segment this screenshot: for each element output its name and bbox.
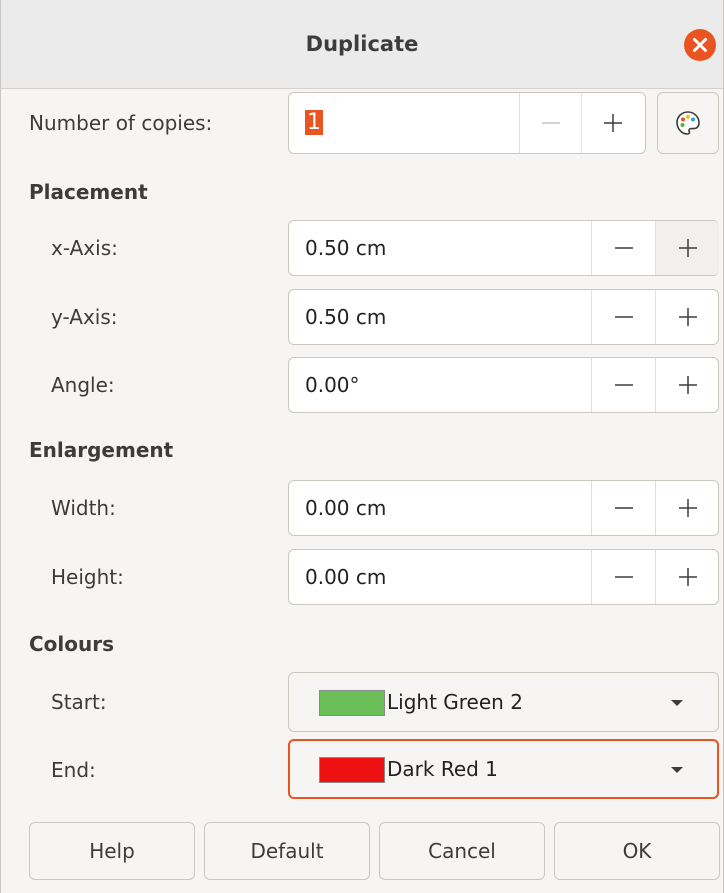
width-input[interactable]: 0.00 cm (305, 481, 386, 535)
y-axis-increment-button[interactable] (655, 290, 719, 344)
chevron-down-icon (671, 700, 683, 706)
y-axis-decrement-button[interactable] (591, 290, 655, 344)
default-button[interactable]: Default (204, 822, 370, 880)
end-colour-swatch (319, 757, 385, 783)
angle-decrement-button[interactable] (591, 358, 655, 412)
height-label: Height: (51, 565, 124, 589)
close-button[interactable] (684, 29, 716, 61)
close-icon (693, 38, 707, 52)
angle-spinbox[interactable]: 0.00° (288, 357, 719, 413)
angle-increment-button[interactable] (655, 358, 719, 412)
copies-decrement-button[interactable] (519, 93, 581, 153)
duplicate-dialog: Duplicate Number of copies: 1 Placement … (0, 0, 724, 893)
copies-spinbox[interactable]: 1 (288, 92, 646, 154)
copies-input[interactable]: 1 (305, 103, 323, 143)
y-axis-spinbox[interactable]: 0.50 cm (288, 289, 719, 345)
plus-icon (604, 114, 622, 132)
height-increment-button[interactable] (655, 550, 719, 604)
minus-icon (615, 316, 633, 318)
minus-icon (615, 384, 633, 386)
height-decrement-button[interactable] (591, 550, 655, 604)
start-colour-swatch (319, 690, 385, 716)
start-colour-label: Start: (51, 690, 107, 714)
plus-icon (679, 499, 697, 517)
y-axis-input[interactable]: 0.50 cm (305, 290, 386, 344)
ok-button[interactable]: OK (554, 822, 720, 880)
height-input[interactable]: 0.00 cm (305, 550, 386, 604)
x-axis-decrement-button[interactable] (591, 221, 655, 275)
x-axis-spinbox[interactable]: 0.50 cm (288, 220, 719, 276)
width-label: Width: (51, 496, 116, 520)
cancel-button[interactable]: Cancel (379, 822, 545, 880)
end-colour-value: Dark Red 1 (387, 757, 498, 781)
start-colour-value: Light Green 2 (387, 690, 523, 714)
minus-icon (615, 247, 633, 249)
placement-heading: Placement (29, 180, 148, 204)
copies-label: Number of copies: (29, 111, 213, 135)
values-from-selection-button[interactable] (657, 92, 719, 154)
width-spinbox[interactable]: 0.00 cm (288, 480, 719, 536)
x-axis-input[interactable]: 0.50 cm (305, 221, 386, 275)
width-increment-button[interactable] (655, 481, 719, 535)
end-colour-label: End: (51, 758, 96, 782)
minus-icon (542, 122, 560, 124)
help-button[interactable]: Help (29, 822, 195, 880)
x-axis-label: x-Axis: (51, 236, 118, 260)
colours-heading: Colours (29, 632, 115, 656)
palette-icon (676, 111, 700, 135)
start-colour-dropdown[interactable]: Light Green 2 (288, 672, 719, 732)
x-axis-increment-button[interactable] (655, 221, 719, 275)
height-spinbox[interactable]: 0.00 cm (288, 549, 719, 605)
title-bar: Duplicate (1, 0, 723, 89)
chevron-down-icon (671, 767, 683, 773)
y-axis-label: y-Axis: (51, 305, 118, 329)
width-decrement-button[interactable] (591, 481, 655, 535)
plus-icon (679, 308, 697, 326)
plus-icon (679, 376, 697, 394)
copies-value: 1 (305, 110, 323, 135)
plus-icon (679, 568, 697, 586)
dialog-title: Duplicate (305, 32, 419, 56)
end-colour-dropdown[interactable]: Dark Red 1 (288, 739, 719, 799)
enlargement-heading: Enlargement (29, 438, 174, 462)
angle-label: Angle: (51, 373, 115, 397)
copies-increment-button[interactable] (581, 93, 643, 153)
minus-icon (615, 576, 633, 578)
angle-input[interactable]: 0.00° (305, 358, 360, 412)
minus-icon (615, 507, 633, 509)
plus-icon (679, 239, 697, 257)
